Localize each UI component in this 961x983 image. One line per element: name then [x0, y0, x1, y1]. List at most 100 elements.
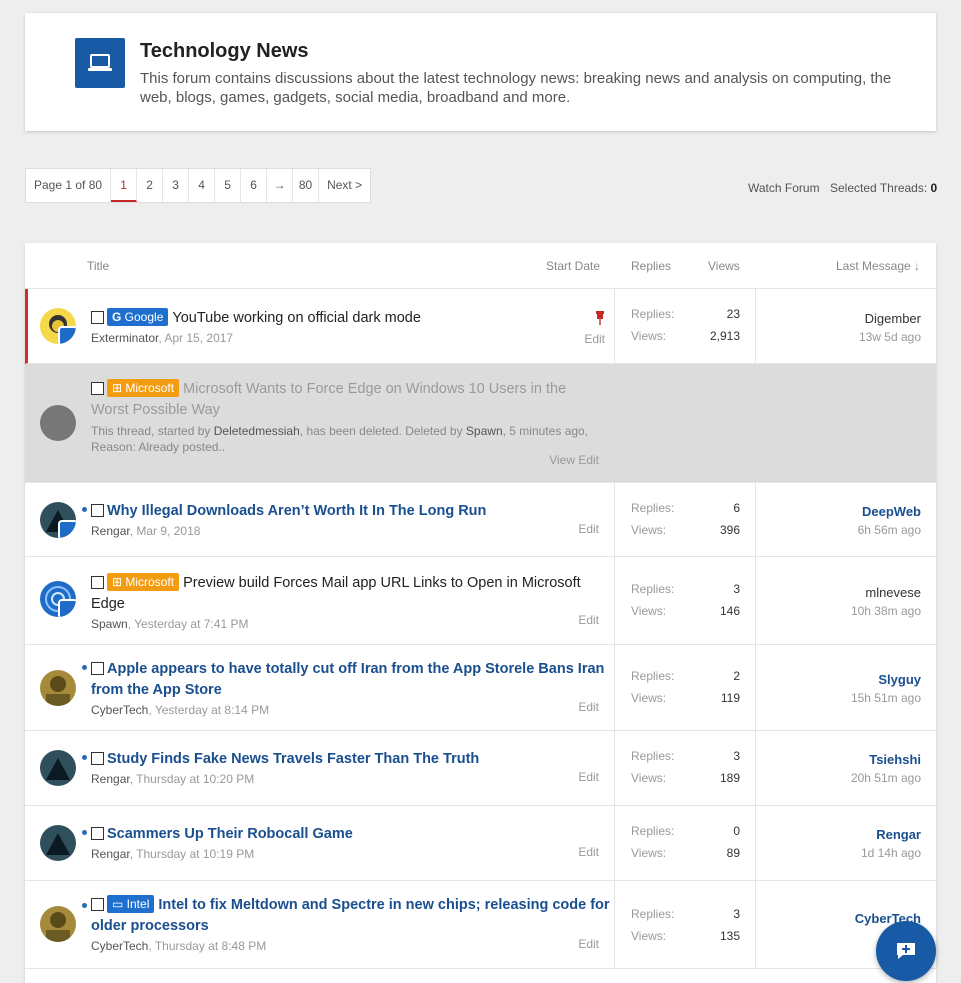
thread-author[interactable]: Spawn — [91, 617, 128, 631]
avatar[interactable] — [40, 581, 76, 617]
page-link-3[interactable]: 3 — [163, 169, 190, 202]
last-post-time[interactable]: 20h 51m ago — [756, 771, 921, 785]
page-link-5[interactable]: 5 — [215, 169, 242, 202]
thread-select-checkbox[interactable] — [91, 311, 104, 324]
last-poster[interactable]: DeepWeb — [756, 504, 921, 519]
thread-row[interactable]: ⊞ Microsoft Preview build Forces Mail app… — [25, 557, 936, 645]
thread-author[interactable]: Rengar — [91, 847, 130, 861]
thread-row[interactable]: Apple appears to have totally cut off Ir… — [25, 645, 936, 731]
thread-stats: Replies: 0 Views: 89 — [614, 806, 756, 880]
reply-count: 3 — [733, 749, 740, 763]
avatar[interactable] — [40, 308, 76, 344]
thread-stats: Replies: 3 Views: 135 — [614, 881, 756, 968]
reply-count: 3 — [733, 582, 740, 596]
sort-start-date[interactable]: Start Date — [546, 259, 600, 273]
last-poster[interactable]: Digember — [756, 311, 921, 326]
unread-indicator — [82, 665, 87, 670]
thread-title[interactable]: Why Illegal Downloads Aren’t Worth It In… — [107, 503, 486, 519]
thread-stats: Replies: 3 Views: 189 — [614, 731, 756, 805]
avatar[interactable] — [40, 825, 76, 861]
thread-date: Apr 15, 2017 — [164, 331, 234, 345]
thread-select-checkbox[interactable] — [91, 576, 104, 589]
avatar[interactable] — [40, 670, 76, 706]
thread-author[interactable]: Exterminator — [91, 331, 158, 345]
thread-select-checkbox[interactable] — [91, 827, 104, 840]
thread-title[interactable]: Intel to fix Meltdown and Spectre in new… — [91, 897, 610, 934]
page-link-2[interactable]: 2 — [137, 169, 164, 202]
prefix-microsoft[interactable]: ⊞ Microsoft — [107, 379, 180, 397]
hard-drive-icon: ▭ — [112, 897, 127, 911]
edit-link[interactable]: Edit — [578, 613, 599, 627]
reply-count: 0 — [733, 824, 740, 838]
new-thread-button[interactable] — [876, 921, 936, 981]
thread-select-checkbox[interactable] — [91, 752, 104, 765]
last-poster[interactable]: Slyguy — [756, 672, 921, 687]
selected-threads-count: 0 — [930, 181, 938, 195]
thread-select-checkbox[interactable] — [91, 382, 104, 395]
page-link-4[interactable]: 4 — [189, 169, 216, 202]
view-edit-link[interactable]: View Edit — [549, 453, 599, 467]
page-link-last[interactable]: 80 — [293, 169, 320, 202]
edit-link[interactable]: Edit — [578, 937, 599, 951]
edit-link[interactable]: Edit — [584, 332, 605, 346]
thread-title[interactable]: Scammers Up Their Robocall Game — [107, 826, 353, 842]
next-page-button[interactable]: Next > — [319, 169, 370, 202]
reply-count: 2 — [733, 669, 740, 683]
watch-forum-link[interactable]: Watch Forum — [748, 181, 820, 195]
thread-row[interactable]: G Google YouTube working on official dark… — [25, 289, 936, 364]
thread-list-header: Title Start Date Replies Views Last Mess… — [25, 243, 936, 289]
page-link-6[interactable]: 6 — [241, 169, 268, 202]
thread-row[interactable]: Why Illegal Downloads Aren’t Worth It In… — [25, 483, 936, 557]
unread-indicator — [82, 755, 87, 760]
view-count: 135 — [719, 929, 740, 943]
last-post-time[interactable]: 6h 56m ago — [756, 523, 921, 537]
unread-indicator — [82, 507, 87, 512]
thread-author[interactable]: CyberTech — [91, 703, 148, 717]
prefix-intel[interactable]: ▭ Intel — [107, 895, 155, 913]
page-label: Page 1 of 80 — [26, 169, 112, 202]
last-post-time[interactable]: 15h 51m ago — [756, 691, 921, 705]
thread-list: Title Start Date Replies Views Last Mess… — [25, 243, 936, 983]
avatar[interactable] — [40, 502, 76, 538]
thread-row[interactable]: ▭ Intel Intel to fix Meltdown and Spectre… — [25, 881, 936, 969]
thread-select-checkbox[interactable] — [91, 898, 104, 911]
edit-link[interactable]: Edit — [578, 845, 599, 859]
avatar — [40, 405, 76, 441]
last-post-time[interactable]: 1d 14h ago — [756, 846, 921, 860]
deleted-notice: This thread, started by Deletedmessiah, … — [91, 424, 589, 454]
thread-title[interactable]: Study Finds Fake News Travels Faster Tha… — [107, 751, 479, 767]
thread-author[interactable]: Rengar — [91, 524, 130, 538]
thread-row[interactable]: Scammers Up Their Robocall Game Rengar, … — [25, 806, 936, 881]
thread-select-checkbox[interactable] — [91, 662, 104, 675]
thread-author[interactable]: CyberTech — [91, 939, 148, 953]
last-poster[interactable]: mlnevese — [756, 585, 921, 600]
thread-author[interactable]: Rengar — [91, 772, 130, 786]
sort-title[interactable]: Title — [87, 259, 109, 273]
last-poster[interactable]: Rengar — [756, 827, 921, 842]
avatar[interactable] — [40, 750, 76, 786]
deleted-thread-row[interactable]: ⊞ Microsoft Microsoft Wants to Force Edge… — [25, 364, 936, 483]
thread-title[interactable]: Apple appears to have totally cut off Ir… — [91, 661, 604, 698]
selected-threads[interactable]: Selected Threads: 0 — [830, 181, 937, 195]
page-skip-arrow[interactable]: → — [267, 169, 294, 202]
prefix-microsoft[interactable]: ⊞ Microsoft — [107, 573, 180, 591]
edit-link[interactable]: Edit — [578, 700, 599, 714]
edit-link[interactable]: Edit — [578, 522, 599, 536]
thread-row[interactable]: Study Finds Fake News Travels Faster Tha… — [25, 731, 936, 806]
forum-title: Technology News — [140, 40, 309, 62]
last-poster[interactable]: Tsiehshi — [756, 752, 921, 767]
thread-date: Thursday at 10:20 PM — [136, 772, 255, 786]
avatar[interactable] — [40, 906, 76, 942]
prefix-google[interactable]: G Google — [107, 308, 169, 326]
forum-description: This forum contains discussions about th… — [140, 70, 892, 106]
page-link-1[interactable]: 1 — [111, 169, 138, 202]
sort-replies[interactable]: Replies — [631, 259, 671, 273]
user-badge-icon — [58, 326, 76, 344]
last-post-time[interactable]: 13w 5d ago — [756, 330, 921, 344]
edit-link[interactable]: Edit — [578, 770, 599, 784]
thread-title[interactable]: YouTube working on official dark mode — [172, 310, 421, 326]
sort-views[interactable]: Views — [708, 259, 740, 273]
thread-select-checkbox[interactable] — [91, 504, 104, 517]
sort-last-message[interactable]: Last Message ↓ — [836, 259, 920, 273]
last-post-time[interactable]: 10h 38m ago — [756, 604, 921, 618]
